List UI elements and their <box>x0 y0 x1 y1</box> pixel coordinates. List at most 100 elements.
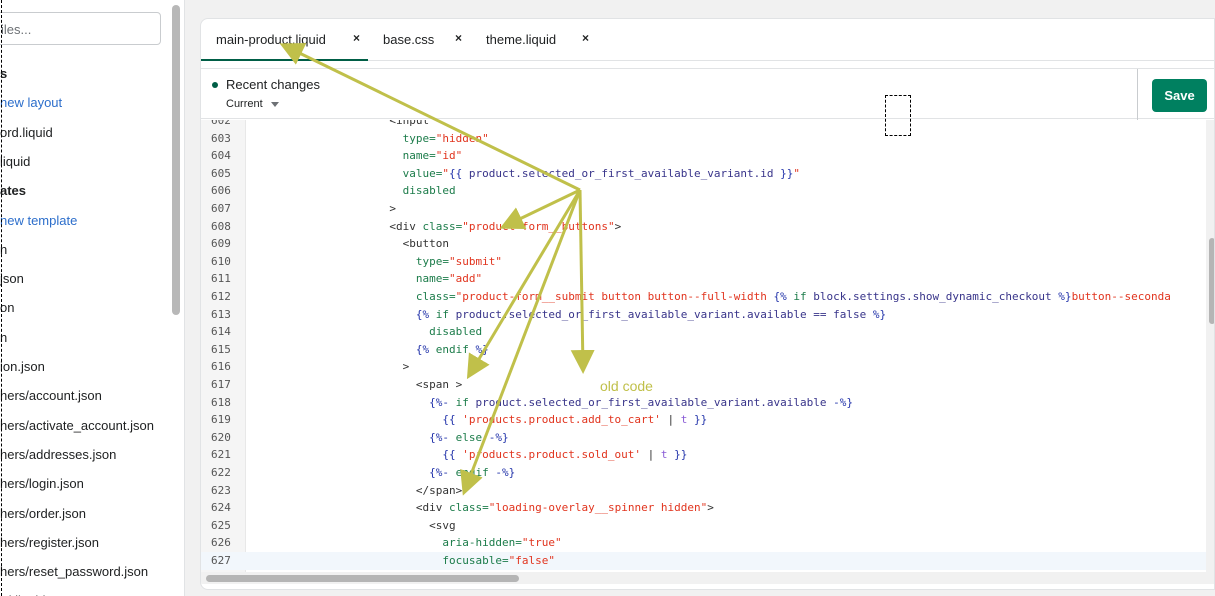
code-line[interactable]: 609 <button <box>201 235 1206 253</box>
line-number: 618 <box>211 395 231 409</box>
code-line[interactable]: 610 type="submit" <box>201 253 1206 271</box>
search-files-input[interactable]: iles... <box>0 12 161 45</box>
code-line[interactable]: 617 <span > <box>201 376 1206 394</box>
code-token: endif <box>435 342 469 356</box>
save-button[interactable]: Save <box>1152 79 1207 112</box>
code-line[interactable]: 627 focusable="false" <box>201 552 1206 570</box>
sidebar-item[interactable]: hers/addresses.json <box>0 447 116 462</box>
code-line[interactable]: 613 {% if product.selected_or_first_avail… <box>201 306 1206 324</box>
sidebar-item[interactable]: hers/account.json <box>0 388 102 403</box>
code-text: {%- if product.selected_or_first_availab… <box>257 394 853 412</box>
tab-base-css[interactable]: base.css × <box>383 19 473 61</box>
code-area[interactable]: 602 <input 603 type="hidden" 604 name="id" 605… <box>201 120 1206 572</box>
code-line[interactable]: 626 aria-hidden="true" <box>201 534 1206 552</box>
annotation-label: old code <box>600 378 653 394</box>
sidebar-scrollbar-thumb[interactable] <box>172 5 180 315</box>
sidebar-item[interactable]: ord.liquid <box>0 125 53 140</box>
code-token: aria-hidden= <box>442 536 522 550</box>
sidebar-item[interactable]: hers/register.json <box>0 535 99 550</box>
code-token: focusable= <box>442 554 509 567</box>
code-token: }} <box>687 413 708 427</box>
line-number: 603 <box>211 131 231 145</box>
code-token: }} <box>773 166 794 180</box>
code-text: name="add" <box>257 270 482 288</box>
close-icon[interactable]: × <box>582 31 589 45</box>
code-line[interactable]: 620 {%- else -%} <box>201 429 1206 447</box>
sidebar-item[interactable]: new template <box>0 213 77 228</box>
code-line[interactable]: 616 > <box>201 358 1206 376</box>
code-token: {% <box>415 342 436 356</box>
code-token: button--seconda <box>1071 290 1171 303</box>
code-text: > <box>257 200 396 218</box>
code-line[interactable]: 623 </span> <box>201 482 1206 500</box>
line-number: 620 <box>211 430 231 444</box>
code-token: -%} <box>826 395 853 409</box>
code-token: {%- <box>429 395 456 409</box>
sidebar-item[interactable]: json <box>0 271 24 286</box>
code-token: "add" <box>449 272 483 286</box>
tab-theme-liquid[interactable]: theme.liquid × <box>486 19 596 61</box>
sidebar-item[interactable]: liquid <box>0 154 30 169</box>
code-line[interactable]: 624 <div class="loading-overlay__spinner … <box>201 499 1206 517</box>
version-select[interactable]: Current <box>226 98 263 110</box>
line-number: 626 <box>211 536 231 550</box>
code-line[interactable]: 604 name="id" <box>201 147 1206 165</box>
code-line[interactable]: 602 <input <box>201 120 1206 130</box>
code-text: </span> <box>257 482 462 500</box>
code-line[interactable]: 608 <div class="product-form__buttons"> <box>201 218 1206 236</box>
sidebar-item[interactable]: hers/activate_account.json <box>0 418 154 433</box>
sidebar-item[interactable]: ates <box>0 183 26 198</box>
line-number: 612 <box>211 290 231 303</box>
close-icon[interactable]: × <box>353 31 360 45</box>
line-number: 623 <box>211 483 231 497</box>
code-line[interactable]: 605 value="{{ product.selected_or_first_a… <box>201 165 1206 183</box>
tab-main-product-liquid[interactable]: main-product.liquid × <box>201 19 368 61</box>
code-text: class="product-form__submit button butto… <box>257 288 1171 306</box>
status-dot-icon <box>212 82 218 88</box>
code-token: <button <box>402 237 449 251</box>
line-number: 615 <box>211 342 231 356</box>
sidebar-item[interactable]: on <box>0 300 14 315</box>
code-token: <div <box>415 501 449 515</box>
caret-down-icon[interactable] <box>271 102 279 107</box>
code-token: <svg <box>429 518 456 532</box>
code-line[interactable]: 621 {{ 'products.product.sold_out' | t }} <box>201 446 1206 464</box>
horizontal-scrollbar[interactable] <box>201 572 1206 584</box>
tab-label: base.css <box>383 32 435 47</box>
code-token: name= <box>415 272 449 286</box>
code-line[interactable]: 603 type="hidden" <box>201 130 1206 148</box>
code-line[interactable]: 612 class="product-form__submit button bu… <box>201 288 1206 306</box>
code-line[interactable]: 607 > <box>201 200 1206 218</box>
sidebar-item[interactable]: hers/login.json <box>0 476 84 491</box>
code-line[interactable]: 606 disabled <box>201 182 1206 200</box>
code-text: <button <box>257 235 449 253</box>
sidebar-item[interactable]: ion.json <box>0 359 45 374</box>
code-line[interactable]: 614 disabled <box>201 323 1206 341</box>
line-number: 610 <box>211 254 231 268</box>
code-line[interactable]: 611 name="add" <box>201 270 1206 288</box>
code-token: name= <box>402 149 436 163</box>
vertical-scrollbar-thumb[interactable] <box>1209 238 1214 324</box>
line-number: 625 <box>211 518 231 532</box>
code-line[interactable]: 619 {{ 'products.product.add_to_cart' | t… <box>201 411 1206 429</box>
close-icon[interactable]: × <box>455 31 462 45</box>
line-number: 607 <box>211 202 231 215</box>
code-editor: main-product.liquid × base.css × theme.l… <box>200 18 1215 590</box>
sidebar-item[interactable]: new layout <box>0 95 62 110</box>
vertical-scrollbar[interactable] <box>1206 120 1214 584</box>
code-token: t <box>660 448 668 462</box>
code-text: {{ 'products.product.sold_out' | t }} <box>257 446 687 464</box>
code-line[interactable]: 622 {%- endif -%} <box>201 464 1206 482</box>
selection-marquee <box>885 95 911 136</box>
code-text: <svg <box>257 517 456 535</box>
code-token: "hidden" <box>435 131 489 145</box>
sidebar-item[interactable]: hers/order.json <box>0 506 86 521</box>
code-line[interactable]: 618 {%- if product.selected_or_first_avai… <box>201 394 1206 412</box>
file-sidebar: iles... s new layout ord.liquid liquid ates n… <box>0 0 170 596</box>
horizontal-scrollbar-thumb[interactable] <box>206 575 519 582</box>
code-line[interactable]: 625 <svg <box>201 517 1206 535</box>
sidebar-item[interactable]: hers/reset_password.json <box>0 564 148 579</box>
code-text: {{ 'products.product.add_to_cart' | t }} <box>257 411 707 429</box>
code-line[interactable]: 615 {% endif %} <box>201 341 1206 359</box>
divider <box>1137 69 1138 120</box>
